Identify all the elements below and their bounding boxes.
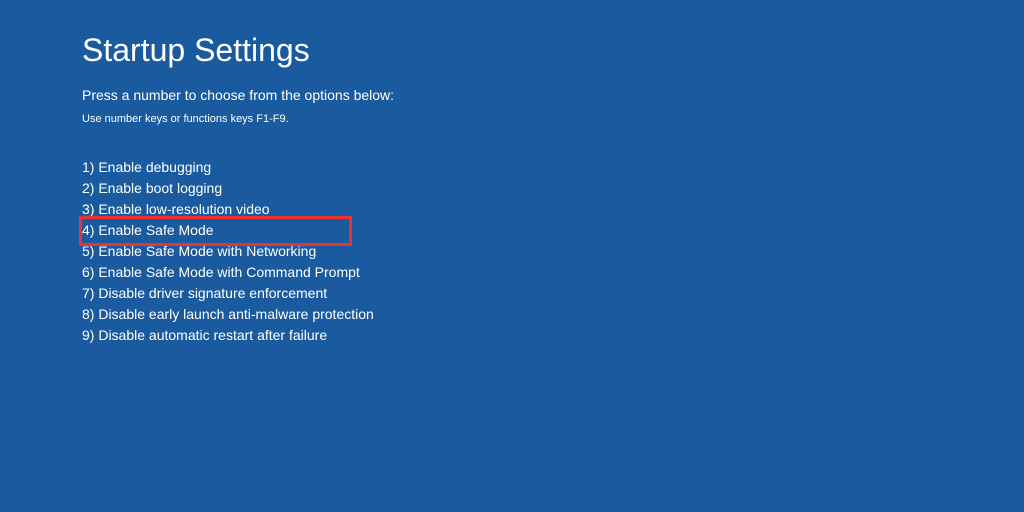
- option-6-safe-mode-cmd[interactable]: 6) Enable Safe Mode with Command Prompt: [82, 262, 1024, 283]
- hint-text: Use number keys or functions keys F1-F9.: [82, 113, 1024, 125]
- option-7-driver-signature[interactable]: 7) Disable driver signature enforcement: [82, 283, 1024, 304]
- option-2-boot-logging[interactable]: 2) Enable boot logging: [82, 178, 1024, 199]
- page-title: Startup Settings: [82, 32, 1024, 69]
- subtitle-text: Press a number to choose from the option…: [82, 87, 1024, 103]
- options-list: 1) Enable debugging 2) Enable boot loggi…: [82, 157, 1024, 346]
- option-8-anti-malware[interactable]: 8) Disable early launch anti-malware pro…: [82, 304, 1024, 325]
- option-5-safe-mode-networking[interactable]: 5) Enable Safe Mode with Networking: [82, 241, 1024, 262]
- option-9-auto-restart[interactable]: 9) Disable automatic restart after failu…: [82, 325, 1024, 346]
- option-3-low-resolution[interactable]: 3) Enable low-resolution video: [82, 199, 1024, 220]
- option-4-safe-mode[interactable]: 4) Enable Safe Mode: [82, 220, 1024, 241]
- option-1-debugging[interactable]: 1) Enable debugging: [82, 157, 1024, 178]
